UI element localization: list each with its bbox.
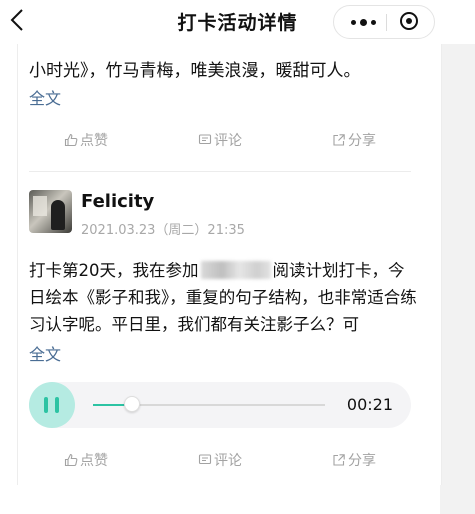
comment-icon: [198, 134, 212, 145]
like-button[interactable]: 点赞: [64, 450, 108, 470]
capsule-divider: [386, 14, 387, 31]
post-timestamp: 2021.03.23（周二）21:35: [81, 223, 245, 238]
previous-like-button[interactable]: 点赞: [64, 130, 108, 150]
like-label: 点赞: [80, 453, 108, 469]
comment-label: 评论: [214, 453, 242, 469]
previous-comment-button[interactable]: 评论: [198, 130, 242, 150]
share-icon: [333, 134, 345, 146]
more-dots-icon[interactable]: [348, 6, 378, 38]
post-read-more[interactable]: 全文: [29, 341, 61, 365]
like-label: 点赞: [80, 133, 108, 149]
comment-label: 评论: [214, 133, 242, 149]
audio-player: 00:21: [29, 382, 411, 428]
share-label: 分享: [348, 133, 376, 149]
blurred-name: [200, 261, 271, 279]
share-button[interactable]: 分享: [332, 450, 376, 470]
share-label: 分享: [348, 453, 376, 469]
pause-icon-bar: [55, 397, 59, 413]
audio-duration: 00:21: [346, 395, 393, 414]
nav-bar: 打卡活动详情: [0, 0, 475, 44]
previous-post-text-tail: 小时光》，竹马青梅，唯美浪漫，暖甜可人。: [29, 61, 361, 81]
previous-post-read-more[interactable]: 全文: [29, 85, 61, 109]
pause-icon: [44, 397, 48, 413]
target-icon[interactable]: [400, 12, 418, 30]
page-background-strip: [440, 0, 475, 514]
avatar[interactable]: [29, 190, 72, 233]
previous-share-button[interactable]: 分享: [332, 130, 376, 150]
post-text-before-blur: 打卡第20天，我在参加: [29, 261, 199, 280]
share-icon: [333, 454, 345, 466]
comment-icon: [198, 454, 212, 465]
username[interactable]: Felicity: [81, 191, 154, 212]
pause-button[interactable]: [29, 382, 75, 428]
previous-post-text: 小时光》，竹马青梅，唯美浪漫，暖甜可人。: [29, 58, 424, 84]
mini-program-capsule: [333, 5, 435, 39]
post-actions: 点赞 评论 分享: [29, 450, 409, 472]
previous-post-actions: 点赞 评论 分享: [29, 130, 409, 152]
post-text: 打卡第20天，我在参加 阅读计划打卡，今日绘本《影子和我》，重复的句子结构，也非常…: [29, 257, 419, 338]
thumb-up-icon: [64, 133, 78, 147]
thumb-up-icon: [64, 453, 78, 467]
comment-button[interactable]: 评论: [198, 450, 242, 470]
audio-progress-knob[interactable]: [124, 396, 141, 412]
post-divider: [29, 171, 411, 172]
